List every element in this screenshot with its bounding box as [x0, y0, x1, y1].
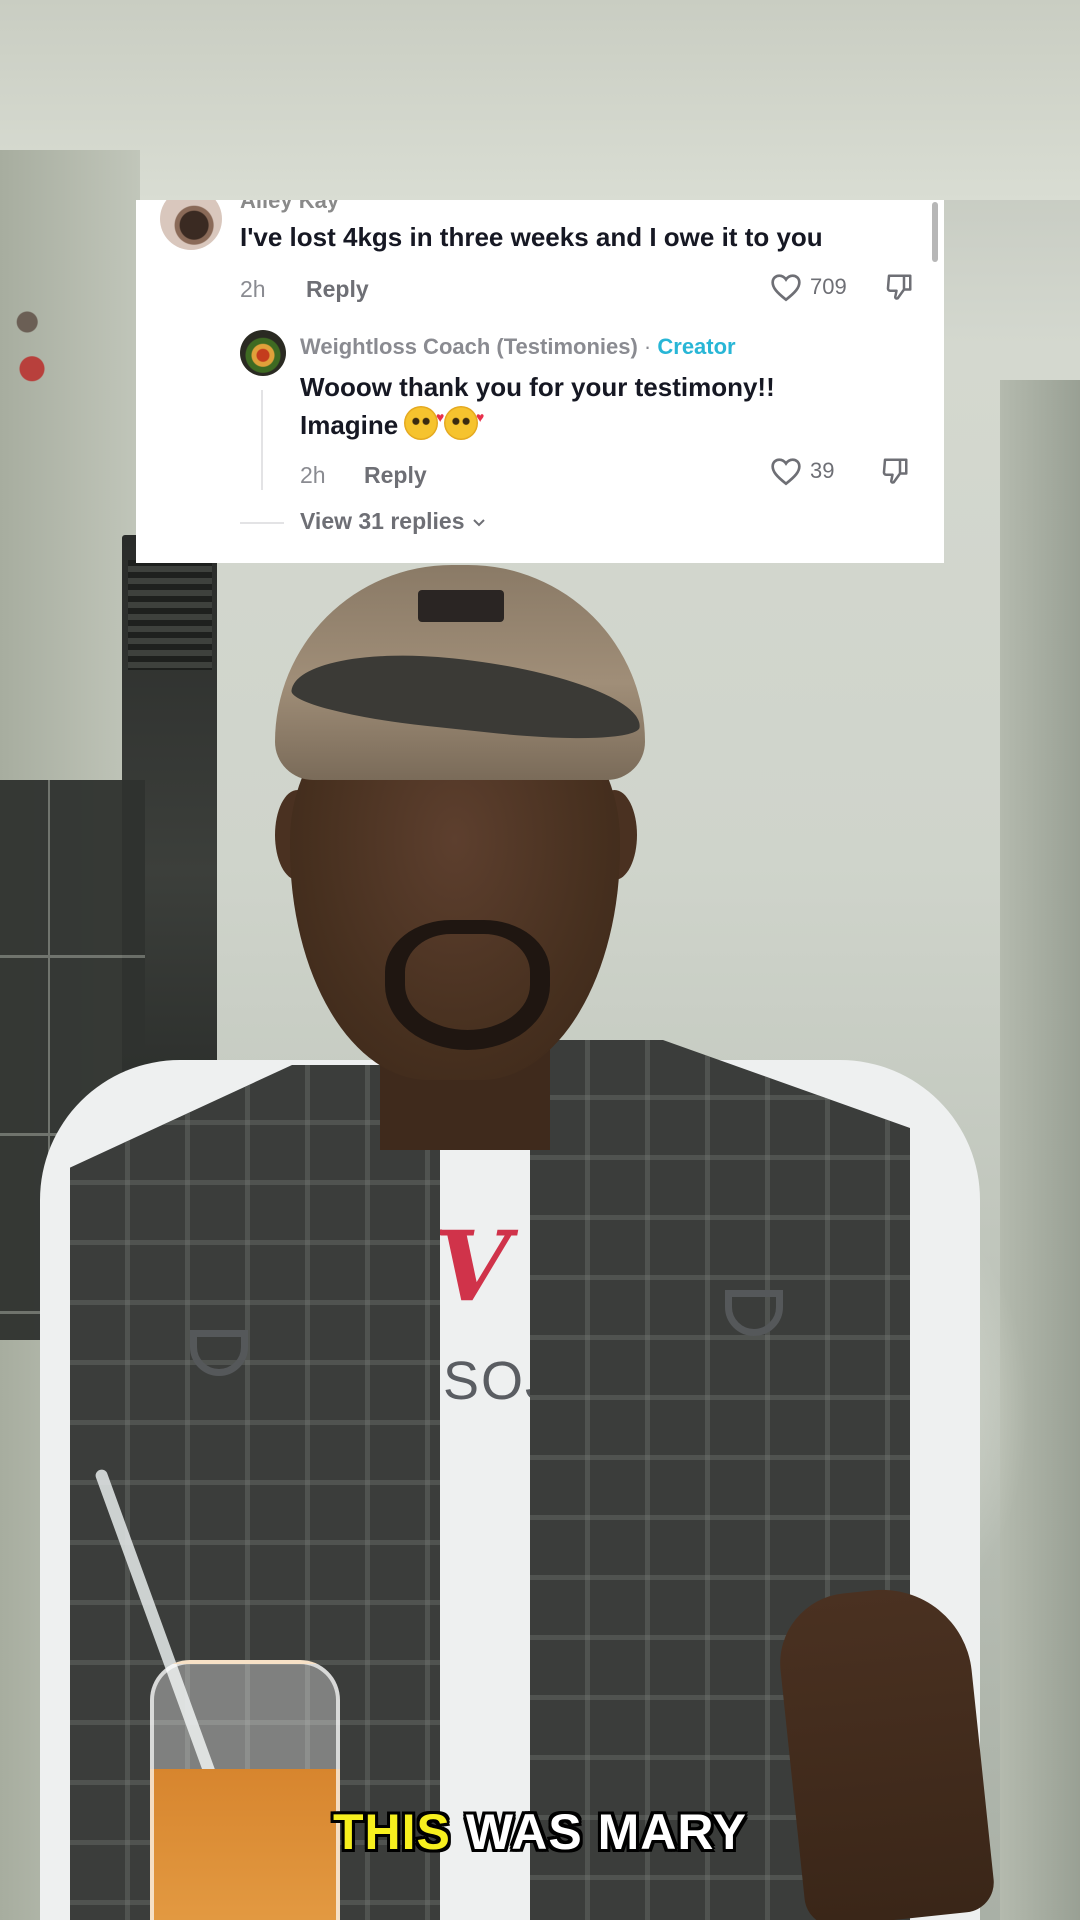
separator-dot: ·: [643, 334, 652, 359]
creator-reply-text: Wooow thank you for your testimony!! Ima…: [300, 368, 860, 444]
comment-overlay-card: Ailey Kay I've lost 4kgs in three weeks …: [136, 200, 944, 563]
thread-line: [261, 390, 263, 490]
smiling-face-with-hearts-emoji: [404, 398, 444, 440]
heart-outline-icon: [771, 458, 801, 486]
heart-outline-icon: [771, 274, 801, 302]
view-replies-button[interactable]: View 31 replies: [300, 508, 487, 535]
creator-reply-header: Weightloss Coach (Testimonies) · Creator: [300, 334, 736, 360]
creator-reply-line2: Imagine: [300, 410, 399, 440]
thumbs-down-icon: [886, 274, 912, 300]
creator-reply-line1: Wooow thank you for your testimony!!: [300, 372, 775, 402]
comment-like-button[interactable]: 709: [770, 272, 847, 302]
creator-dislike-button[interactable]: [880, 456, 910, 491]
creator-reply-button[interactable]: Reply: [364, 462, 427, 489]
comment-reply-button[interactable]: Reply: [306, 276, 369, 303]
creator-badge: Creator: [657, 334, 736, 359]
juice-glass: [150, 1660, 340, 1920]
caption-text: WAS MARY: [465, 1804, 747, 1860]
commenter-name[interactable]: Ailey Kay: [240, 200, 339, 214]
scrollbar[interactable]: [932, 202, 938, 262]
comment-time: 2h: [240, 276, 266, 302]
comment-dislike-button[interactable]: [884, 272, 914, 307]
view-replies-label: View 31 replies: [300, 508, 465, 534]
view-replies-divider: [240, 522, 284, 524]
smiling-face-with-hearts-emoji: [444, 398, 484, 440]
creator-like-count: 39: [810, 458, 835, 483]
chevron-down-icon: [472, 518, 485, 526]
creator-reply-time: 2h: [300, 462, 326, 488]
creator-reply-line2-row: Imagine: [300, 398, 860, 444]
video-caption: THIS WAS MARY: [0, 1803, 1080, 1861]
beard: [385, 920, 550, 1050]
thumbs-down-icon: [882, 458, 908, 484]
creator-avatar[interactable]: [240, 330, 286, 376]
comment-like-count: 709: [810, 274, 847, 299]
comment-text: I've lost 4kgs in three weeks and I owe …: [240, 222, 823, 252]
creator-like-button[interactable]: 39: [770, 456, 834, 486]
cap-patch: [418, 590, 504, 622]
commenter-avatar[interactable]: [160, 200, 222, 250]
caption-highlight-word: THIS: [333, 1804, 451, 1860]
creator-name[interactable]: Weightloss Coach (Testimonies): [300, 334, 638, 359]
